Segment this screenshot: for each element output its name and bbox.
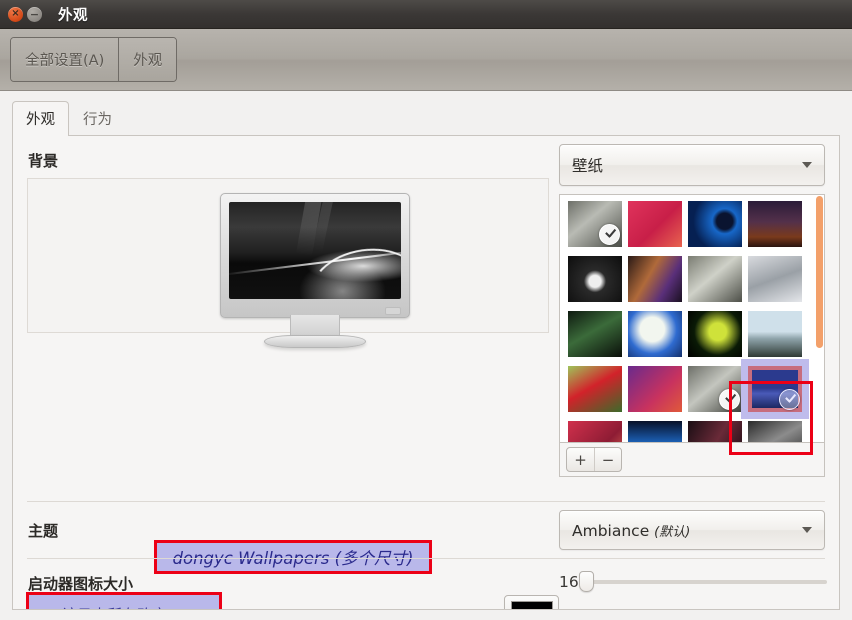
wallpaper-selected-badge-icon: [779, 389, 800, 410]
background-section: 背景 dongyc Wallpapers (多个尺寸) 壁纸 + −: [13, 136, 839, 609]
wallpaper-list-scrollbar[interactable]: [816, 196, 823, 442]
wallpaper-thumbnail-grid: [560, 195, 812, 442]
wallpaper-thumbnail[interactable]: [568, 311, 622, 357]
wallpaper-thumbnail[interactable]: [748, 311, 802, 357]
wallpaper-thumbnail[interactable]: [688, 201, 742, 247]
wallpaper-thumbnail[interactable]: [568, 421, 622, 442]
close-glyph: ×: [11, 8, 20, 19]
wallpaper-thumbnail[interactable]: [688, 366, 742, 412]
monitor-illustration: [198, 185, 410, 348]
theme-value-suffix: (默认): [654, 524, 691, 540]
breadcrumb-toolbar: 全部设置(A) 外观: [0, 29, 852, 91]
breadcrumb-current[interactable]: 外观: [118, 38, 177, 81]
window-title: 外观: [58, 7, 88, 24]
minimize-icon[interactable]: −: [27, 6, 42, 22]
monitor-foot: [264, 335, 366, 348]
chevron-down-icon: [802, 527, 812, 533]
wallpaper-source-value: 壁纸: [572, 157, 604, 175]
wallpaper-thumbnail[interactable]: [628, 421, 682, 442]
wallpaper-thumbnail[interactable]: [628, 256, 682, 302]
wallpaper-chooser: 壁纸 + −: [559, 144, 829, 477]
theme-value-name: Ambiance: [572, 521, 650, 540]
tab-strip: 外观 行为: [12, 101, 840, 136]
background-section-title: 背景: [28, 152, 59, 170]
theme-value: Ambiance (默认): [572, 521, 802, 540]
monitor-bezel: [220, 193, 410, 318]
breadcrumb: 全部设置(A) 外观: [10, 37, 178, 82]
chevron-down-icon: [802, 162, 812, 168]
wallpaper-source-dropdown[interactable]: 壁纸: [559, 144, 825, 186]
theme-section-title: 主题: [28, 522, 59, 540]
wallpaper-selected-badge-icon: [719, 389, 740, 410]
launcher-size-title: 启动器图标大小: [28, 575, 134, 593]
wallpaper-thumbnail[interactable]: [688, 311, 742, 357]
wallpaper-thumbnail[interactable]: [688, 421, 742, 442]
wallpaper-thumbnail[interactable]: [568, 366, 622, 412]
add-wallpaper-button[interactable]: +: [567, 448, 594, 471]
minimize-glyph: −: [29, 7, 40, 21]
wallpaper-thumbnail[interactable]: [628, 311, 682, 357]
wallpaper-thumbnail[interactable]: [568, 201, 622, 247]
theme-dropdown[interactable]: Ambiance (默认): [559, 510, 825, 550]
wallpaper-list-scrollbar-thumb[interactable]: [816, 196, 823, 348]
window-titlebar: × − 外观: [0, 0, 852, 29]
wallpaper-actions-bar: + −: [559, 443, 825, 477]
tab-appearance[interactable]: 外观: [12, 101, 69, 136]
remove-wallpaper-button[interactable]: −: [594, 448, 621, 471]
launcher-size-slider[interactable]: [578, 571, 827, 592]
wallpaper-thumbnail-list[interactable]: [559, 194, 825, 443]
wallpaper-thumbnail[interactable]: [748, 201, 802, 247]
clock-icon: [43, 610, 56, 611]
tab-behavior[interactable]: 行为: [69, 101, 126, 136]
wallpaper-selected-badge-icon: [599, 224, 620, 245]
wallpaper-preview: [27, 178, 549, 348]
close-icon[interactable]: ×: [8, 6, 23, 22]
launcher-size-section: 启动器图标大小 16: [13, 559, 839, 609]
wallpaper-thumbnail[interactable]: [568, 256, 622, 302]
theme-section: 主题 Ambiance (默认): [13, 502, 839, 558]
launcher-size-slider-handle[interactable]: [578, 571, 594, 592]
wallpaper-thumbnail[interactable]: [628, 366, 682, 412]
wallpaper-thumbnail[interactable]: [748, 256, 802, 302]
all-settings-button[interactable]: 全部设置(A): [11, 38, 119, 81]
settings-panel: 背景 dongyc Wallpapers (多个尺寸) 壁纸 + − 主题 Am…: [12, 136, 840, 610]
wallpaper-thumbnail-selected[interactable]: [748, 366, 802, 412]
add-remove-group: + −: [566, 447, 622, 472]
launcher-size-value: 16: [559, 573, 579, 591]
wallpaper-thumbnail[interactable]: [628, 201, 682, 247]
monitor-logo: [385, 307, 401, 315]
launcher-size-control: 16: [559, 571, 827, 593]
wallpaper-thumbnail[interactable]: [688, 256, 742, 302]
monitor-stand: [290, 315, 340, 337]
monitor-screen: [229, 202, 401, 299]
wallpaper-thumbnail[interactable]: [748, 421, 802, 442]
